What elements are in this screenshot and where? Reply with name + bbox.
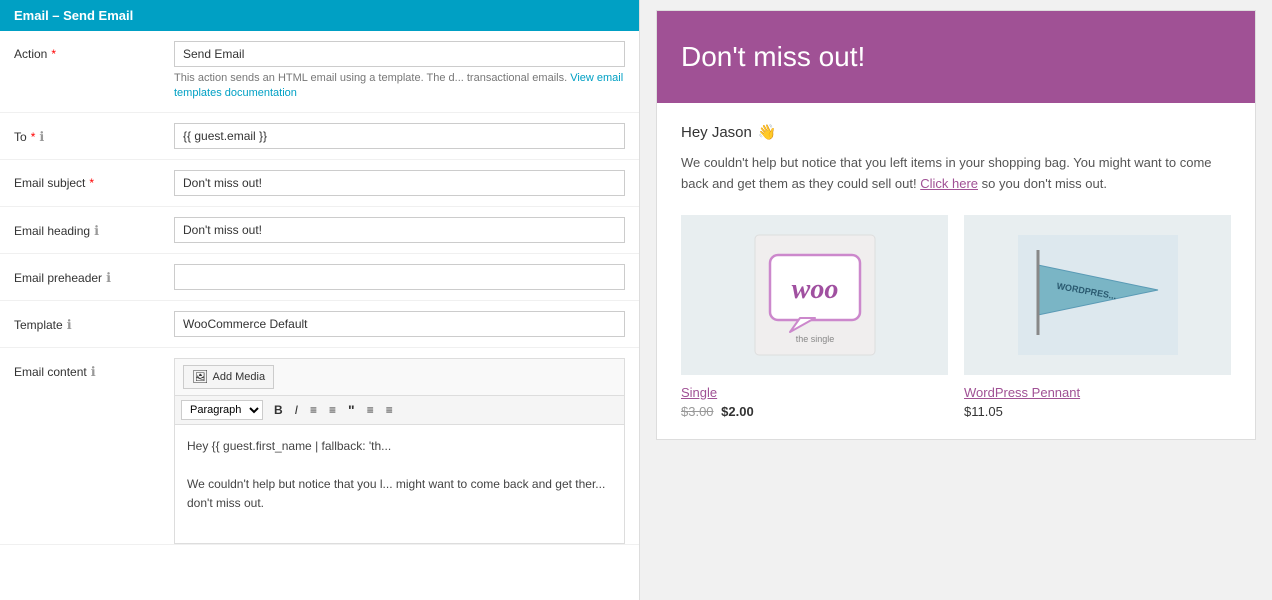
heading-row: Email heading ℹ <box>0 207 639 254</box>
email-header-banner: Don't miss out! <box>657 11 1255 103</box>
action-label: Action * <box>14 41 174 61</box>
email-greeting: Hey Jason 👋 <box>681 123 1231 141</box>
required-marker: * <box>51 47 56 61</box>
product-2-name[interactable]: WordPress Pennant <box>964 385 1231 400</box>
preheader-input[interactable] <box>174 264 625 290</box>
product-1-name[interactable]: Single <box>681 385 948 400</box>
product-1-price: $3.00 $2.00 <box>681 404 948 419</box>
template-info-icon[interactable]: ℹ <box>67 317 72 333</box>
email-body-text: We couldn't help but notice that you lef… <box>681 153 1231 195</box>
preheader-row: Email preheader ℹ <box>0 254 639 301</box>
heading-input-area <box>174 217 625 243</box>
template-label: Template ℹ <box>14 311 174 333</box>
unordered-list-button[interactable]: ≡ <box>305 401 322 419</box>
left-panel: Email – Send Email Action * This action … <box>0 0 640 600</box>
svg-text:the single: the single <box>795 334 834 344</box>
content-info-icon[interactable]: ℹ <box>91 364 96 380</box>
editor-line-1: Hey {{ guest.first_name | fallback: 'th.… <box>187 437 612 456</box>
heading-info-icon[interactable]: ℹ <box>94 223 99 239</box>
content-input-area: 🖼 Add Media Paragraph B I ≡ ≡ " ≡ ≡ <box>174 358 625 544</box>
template-input-area <box>174 311 625 337</box>
panel-title: Email – Send Email <box>14 8 133 23</box>
product-grid: woo the single Single $3.00 $2.00 <box>681 215 1231 419</box>
action-input[interactable] <box>174 41 625 67</box>
svg-text:woo: woo <box>791 274 838 305</box>
subject-label: Email subject * <box>14 170 174 190</box>
product-1-original-price: $3.00 <box>681 404 714 419</box>
product-image-2: WORDPRES... <box>964 215 1231 375</box>
action-help-text: This action sends an HTML email using a … <box>174 71 625 102</box>
panel-header: Email – Send Email <box>0 0 639 31</box>
heading-label: Email heading ℹ <box>14 217 174 239</box>
to-input-area <box>174 123 625 149</box>
product-2-price: $11.05 <box>964 404 1231 419</box>
preheader-input-area <box>174 264 625 290</box>
click-here-link[interactable]: Click here <box>920 176 978 191</box>
ordered-list-button[interactable]: ≡ <box>324 401 341 419</box>
italic-button[interactable]: I <box>290 401 303 419</box>
template-input[interactable] <box>174 311 625 337</box>
to-row: To * ℹ <box>0 113 639 160</box>
to-input[interactable] <box>174 123 625 149</box>
product-1-sale-price: $2.00 <box>721 404 754 419</box>
add-media-icon: 🖼 <box>192 369 209 385</box>
editor-line-2: We couldn't help but notice that you l..… <box>187 475 612 513</box>
to-info-icon[interactable]: ℹ <box>39 129 44 145</box>
email-preview: Don't miss out! Hey Jason 👋 We couldn't … <box>656 10 1256 440</box>
preheader-label: Email preheader ℹ <box>14 264 174 286</box>
wordpress-product-svg: WORDPRES... <box>1018 235 1178 355</box>
content-row: Email content ℹ 🖼 Add Media Paragraph B … <box>0 348 639 545</box>
paragraph-select[interactable]: Paragraph <box>181 400 263 420</box>
align-left-button[interactable]: ≡ <box>362 401 379 419</box>
add-media-button[interactable]: 🖼 Add Media <box>183 365 274 389</box>
email-header-title: Don't miss out! <box>681 41 1231 73</box>
email-body: Hey Jason 👋 We couldn't help but notice … <box>657 103 1255 439</box>
product-card-2: WORDPRES... WordPress Pennant $11.05 <box>964 215 1231 419</box>
add-media-bar: 🖼 Add Media <box>174 358 625 395</box>
align-right-button[interactable]: ≡ <box>381 401 398 419</box>
product-image-1: woo the single <box>681 215 948 375</box>
subject-input-area <box>174 170 625 196</box>
content-label: Email content ℹ <box>14 358 174 380</box>
subject-input[interactable] <box>174 170 625 196</box>
template-row: Template ℹ <box>0 301 639 348</box>
to-label: To * ℹ <box>14 123 174 145</box>
woo-product-svg: woo the single <box>745 230 885 360</box>
to-required-marker: * <box>31 130 36 144</box>
blockquote-button[interactable]: " <box>343 400 360 420</box>
heading-input[interactable] <box>174 217 625 243</box>
formatting-bar: Paragraph B I ≡ ≡ " ≡ ≡ <box>174 395 625 424</box>
action-input-area: This action sends an HTML email using a … <box>174 41 625 102</box>
bold-button[interactable]: B <box>269 401 288 419</box>
form-body: Action * This action sends an HTML email… <box>0 31 639 545</box>
subject-row: Email subject * <box>0 160 639 207</box>
subject-required-marker: * <box>89 176 94 190</box>
preheader-info-icon[interactable]: ℹ <box>106 270 111 286</box>
editor-content[interactable]: Hey {{ guest.first_name | fallback: 'th.… <box>174 424 625 544</box>
right-panel: Don't miss out! Hey Jason 👋 We couldn't … <box>640 0 1272 600</box>
product-card-1: woo the single Single $3.00 $2.00 <box>681 215 948 419</box>
action-row: Action * This action sends an HTML email… <box>0 31 639 113</box>
